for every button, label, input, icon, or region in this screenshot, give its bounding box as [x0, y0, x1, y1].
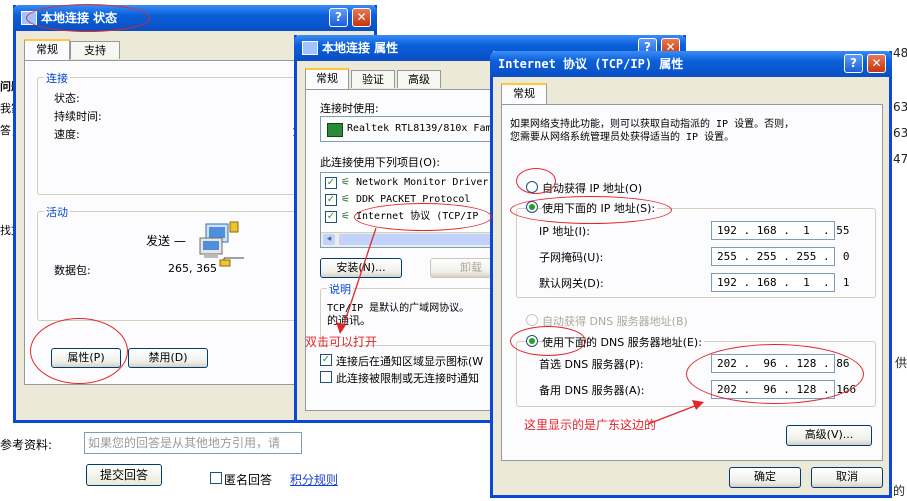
- annotation-arrows: [336, 227, 704, 425]
- annotation-dns-note: 这里显示的是广东这边的: [524, 418, 657, 432]
- annotation-double-click: 双击可以打开: [305, 335, 378, 349]
